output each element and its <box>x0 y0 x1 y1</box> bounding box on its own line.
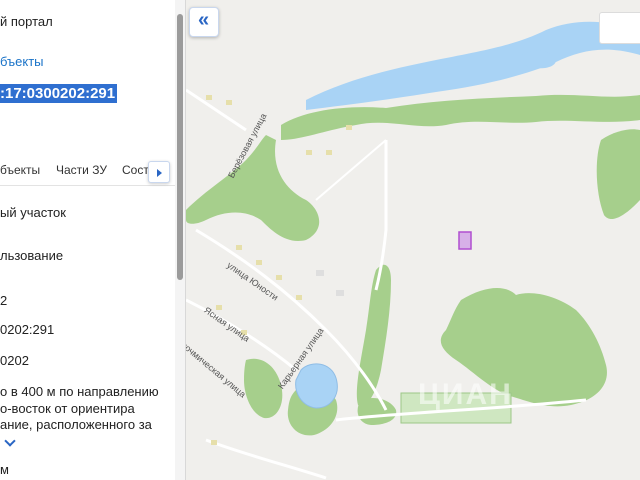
building <box>211 440 217 445</box>
building <box>216 305 222 310</box>
double-chevron-left-icon: « <box>198 9 210 31</box>
map-search-box[interactable] <box>599 12 640 44</box>
building <box>296 295 302 300</box>
building <box>226 100 232 105</box>
chevron-down-icon[interactable] <box>4 435 16 447</box>
tab-objects[interactable]: бъекты <box>0 163 40 177</box>
selected-parcel[interactable] <box>458 231 472 250</box>
triangle-right-icon <box>157 169 162 177</box>
tabs-scroll-right-button[interactable] <box>148 161 170 183</box>
tab-parts[interactable]: Части ЗУ <box>56 163 107 177</box>
detail-row: ый участок <box>0 205 66 220</box>
road <box>315 139 387 201</box>
scrollbar-thumb[interactable] <box>177 14 183 280</box>
road <box>186 88 247 132</box>
map-canvas[interactable] <box>186 0 640 480</box>
building <box>346 125 352 130</box>
detail-row: м <box>0 462 9 477</box>
forest <box>244 358 283 419</box>
address-line: о-восток от ориентира <box>0 401 135 416</box>
road <box>205 438 327 480</box>
building <box>326 150 332 155</box>
detail-row: льзование <box>0 248 64 263</box>
forest <box>357 398 397 425</box>
address-line: о в 400 м по направлению <box>0 384 159 399</box>
map-view[interactable]: Берёзовая улица улица Юности Ясная улица… <box>186 0 640 480</box>
detail-row: 2 <box>0 293 8 308</box>
info-panel: й портал бъекты :17:0300202:291 бъекты Ч… <box>0 0 186 480</box>
panel-title: й портал <box>0 14 53 29</box>
building <box>336 290 344 296</box>
building <box>306 150 312 155</box>
detail-row: 0202:291 <box>0 322 55 337</box>
forest <box>596 129 640 220</box>
watermark: ЦИАН <box>418 378 513 411</box>
building <box>256 260 262 265</box>
collapse-panel-button[interactable]: « <box>189 7 219 37</box>
forest <box>356 264 391 406</box>
pond <box>295 363 338 409</box>
forest <box>186 135 320 241</box>
building <box>316 270 324 276</box>
back-link[interactable]: бъекты <box>0 54 44 69</box>
building <box>206 95 212 100</box>
detail-row: 0202 <box>0 353 29 368</box>
cadastral-number[interactable]: :17:0300202:291 <box>0 84 118 103</box>
address-line: ание, расположенного за <box>0 417 152 432</box>
building <box>236 245 242 250</box>
building <box>276 275 282 280</box>
